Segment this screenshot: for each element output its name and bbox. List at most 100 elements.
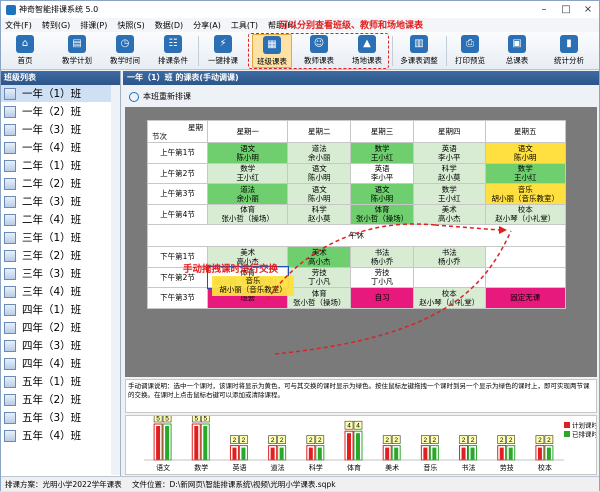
class-list-item[interactable]: 三年（4）班 [1, 283, 120, 301]
menu-data[interactable]: 数据(D) [155, 20, 183, 31]
bar-fill [537, 447, 542, 460]
category-label: 校本 [538, 463, 552, 472]
timetable-board: 星期 节次 星期一 星期二 星期三 星期四 星期五 上午第1节 语文 陈小明 道法 余小丽 数学 王小红英… [125, 107, 597, 377]
minimize-button[interactable]: – [533, 1, 555, 18]
category-label: 数学 [194, 463, 208, 472]
class-icon [4, 375, 16, 388]
menu-goto[interactable]: 转到(G) [42, 20, 70, 31]
class-icon [4, 105, 16, 118]
bar-fill [347, 433, 351, 460]
class-list-item[interactable]: 一年（2）班 [1, 103, 120, 121]
data-label: 2 [280, 437, 284, 444]
class-list-panel: 班级列表 一年（1）班一年（2）班一年（3）班 一年（4）班 二年（1）班二年（2）… [1, 71, 121, 476]
class-icon [4, 303, 16, 316]
category-label: 语文 [156, 463, 170, 472]
conditions-button[interactable]: ☷ 排课条件 [153, 34, 193, 68]
class-icon [4, 429, 16, 442]
bar-fill [317, 447, 322, 460]
class-list-scrollbar[interactable] [111, 85, 120, 475]
bar-fill [308, 447, 313, 460]
class-list-item[interactable]: 四年（4）班 [1, 355, 120, 373]
bar-fill [394, 447, 399, 460]
menu-tools[interactable]: 工具(T) [231, 20, 258, 31]
class-name: 二年（2）班 [22, 178, 82, 190]
hours-chart: 5 5 语文 5 5 数学 2 2 英语 2 2 道法 2 2 科学 4 4 体育 2 2 美术 2 2 音乐 2 2 书法 2 2 劳技… [125, 413, 599, 475]
master-timetable-button[interactable]: ▣ 总课表 [497, 34, 537, 68]
class-list-item[interactable]: 四年（3）班 [1, 337, 120, 355]
class-list-header: 班级列表 [1, 71, 120, 85]
bar-fill [356, 433, 360, 460]
menu-file[interactable]: 文件(F) [5, 20, 32, 31]
auto-schedule-button[interactable]: ⚡ 一键排课 [203, 34, 243, 68]
class-name: 五年（2）班 [22, 394, 82, 406]
toolbar-separator [446, 36, 447, 66]
teaching-plan-button[interactable]: ▤ 教学计划 [57, 34, 97, 68]
home-icon: ⌂ [16, 35, 34, 53]
legend-swatch [564, 431, 570, 437]
class-list-item[interactable]: 一年（1）班 [1, 85, 120, 103]
data-label: 2 [471, 437, 475, 444]
class-icon [4, 321, 16, 334]
class-name: 三年（3）班 [22, 268, 82, 280]
reschedule-class-button[interactable]: 本班重新排课 [129, 91, 191, 102]
class-icon [4, 213, 16, 226]
legend-label: 已排课时 [572, 430, 596, 439]
class-list-item[interactable]: 二年（3）班 [1, 193, 120, 211]
print-preview-button[interactable]: ⎙ 打印预览 [450, 34, 490, 68]
bar-fill [156, 426, 161, 460]
class-list: 一年（1）班一年（2）班一年（3）班 一年（4）班 二年（1）班二年（2）班二年（3… [1, 85, 120, 445]
data-label: 2 [433, 437, 437, 444]
data-label: 4 [347, 423, 351, 430]
legend-swatch [564, 422, 570, 428]
bar-fill [194, 426, 199, 460]
category-label: 道法 [271, 463, 285, 472]
class-list-item[interactable]: 三年（1）班 [1, 229, 120, 247]
class-list-item[interactable]: 五年（1）班 [1, 373, 120, 391]
menu-share[interactable]: 分享(A) [193, 20, 221, 31]
toolbar-separator [392, 36, 393, 66]
close-button[interactable]: × [577, 1, 599, 18]
class-list-item[interactable]: 一年（4）班 [1, 139, 120, 157]
multi-adjust-button[interactable]: ▥ 多课表调整 [397, 34, 441, 68]
class-icon [4, 141, 16, 154]
legend-label: 计划课时 [572, 421, 596, 430]
timetable-header: 一年（1）班 的课表(手动调课) [123, 71, 599, 85]
class-name: 四年（1）班 [22, 304, 82, 316]
class-list-item[interactable]: 三年（3）班 [1, 265, 120, 283]
class-list-item[interactable]: 四年（1）班 [1, 301, 120, 319]
teaching-time-button[interactable]: ◷ 教学时间 [105, 34, 145, 68]
menu-snapshot[interactable]: 快照(S) [117, 20, 144, 31]
lightning-icon: ⚡ [214, 35, 232, 53]
class-name: 五年（4）班 [22, 430, 82, 442]
home-button[interactable]: ⌂ 首页 [7, 34, 43, 68]
data-label: 5 [203, 416, 207, 423]
data-label: 2 [509, 437, 513, 444]
statistics-button[interactable]: ▮ 统计分析 [549, 34, 589, 68]
multi-grid-icon: ▥ [410, 35, 428, 53]
class-icon [4, 249, 16, 262]
class-list-item[interactable]: 三年（2）班 [1, 247, 120, 265]
class-list-item[interactable]: 五年（2）班 [1, 391, 120, 409]
bar-fill [270, 447, 275, 460]
class-name: 一年（2）班 [22, 106, 82, 118]
category-label: 劳技 [500, 463, 514, 472]
plan-icon: ▤ [68, 35, 86, 53]
maximize-button[interactable]: □ [555, 1, 577, 18]
bar-fill [241, 447, 246, 460]
timetable-panel: 一年（1）班 的课表(手动调课) 本班重新排课 星期 节次 星期一 星期二 星期三 星期四… [123, 71, 599, 476]
menu-schedule[interactable]: 排课(P) [80, 20, 107, 31]
category-label: 体育 [347, 463, 361, 472]
class-list-item[interactable]: 五年（4）班 [1, 427, 120, 445]
bar-fill [165, 426, 170, 460]
toolbar-separator [198, 36, 199, 66]
class-list-item[interactable]: 四年（2）班 [1, 319, 120, 337]
class-list-item[interactable]: 一年（3）班 [1, 121, 120, 139]
bar-fill [279, 447, 284, 460]
class-list-item[interactable]: 二年（1）班 [1, 157, 120, 175]
class-name: 三年（2）班 [22, 250, 82, 262]
class-list-item[interactable]: 五年（3）班 [1, 409, 120, 427]
class-list-item[interactable]: 二年（2）班 [1, 175, 120, 193]
class-list-item[interactable]: 二年（4）班 [1, 211, 120, 229]
app-window: 神奇智能排课系统 5.0 – □ × 文件(F) 转到(G) 排课(P) 快照(… [0, 0, 600, 491]
conditions-icon: ☷ [164, 35, 182, 53]
